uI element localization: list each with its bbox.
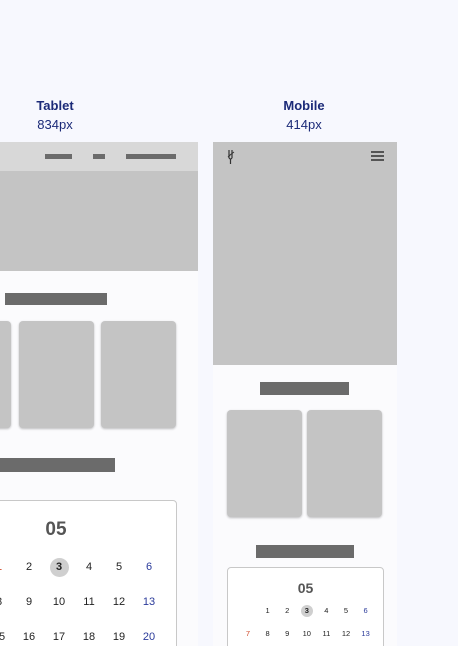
mobile-calendar-day[interactable]: 7 xyxy=(242,628,254,640)
tablet-frame: 05 1234568910111213151617181920 xyxy=(0,142,198,646)
tablet-calendar-day[interactable]: 4 xyxy=(80,558,99,577)
tablet-card[interactable] xyxy=(19,321,94,428)
tablet-section-heading-bar xyxy=(5,293,107,305)
tablet-navbar xyxy=(0,142,198,171)
mobile-calendar-day[interactable]: 6 xyxy=(360,605,372,617)
tablet-calendar-day[interactable]: 3 xyxy=(49,557,69,577)
mobile-calendar-heading-bar xyxy=(256,545,354,558)
tablet-calendar-day[interactable]: 18 xyxy=(80,628,99,646)
tablet-nav-link[interactable] xyxy=(126,154,176,159)
mobile-hero-image xyxy=(213,142,397,365)
mobile-calendar-day[interactable]: 11 xyxy=(320,628,332,640)
mobile-calendar-day[interactable]: 3 xyxy=(300,605,313,617)
mobile-frame: 05 1 2 3 4 5 6 7 8 9 10 11 12 13 xyxy=(213,142,397,646)
tablet-calendar-day[interactable]: 2 xyxy=(20,558,39,577)
tablet-heading: Tablet xyxy=(36,98,74,113)
mobile-calendar-day[interactable]: 5 xyxy=(340,605,352,617)
mobile-calendar: 05 1 2 3 4 5 6 7 8 9 10 11 12 13 xyxy=(227,567,384,646)
tablet-calendar-day[interactable]: 6 xyxy=(140,558,159,577)
tablet-calendar-day[interactable]: 16 xyxy=(20,628,39,646)
mobile-section-heading-bar xyxy=(260,382,349,395)
tablet-calendar-day[interactable]: 19 xyxy=(110,628,129,646)
tablet-calendar-day[interactable]: 9 xyxy=(20,593,39,612)
tablet-calendar-day[interactable]: 15 xyxy=(0,628,9,646)
mobile-calendar-month: 05 xyxy=(297,580,314,596)
tablet-hero-image xyxy=(0,171,198,271)
mobile-card[interactable] xyxy=(307,410,382,517)
mobile-calendar-day[interactable]: 1 xyxy=(262,605,274,617)
tuning-fork-logo-icon[interactable] xyxy=(225,149,239,165)
mobile-size-label: 414px xyxy=(286,117,322,132)
page: { "tablet": { "title": "Tablet", "size":… xyxy=(0,0,458,646)
tablet-size-label: 834px xyxy=(37,117,73,132)
mobile-calendar-day[interactable]: 9 xyxy=(281,628,293,640)
hamburger-menu-icon[interactable] xyxy=(371,151,384,163)
tablet-calendar-day[interactable]: 10 xyxy=(50,593,69,612)
mobile-card[interactable] xyxy=(227,410,302,517)
tablet-calendar: 05 1234568910111213151617181920 xyxy=(0,500,177,646)
tablet-calendar-month: 05 xyxy=(45,519,67,540)
tablet-calendar-day[interactable]: 11 xyxy=(80,593,99,612)
tablet-calendar-heading-bar xyxy=(0,458,115,472)
tablet-calendar-day[interactable]: 1 xyxy=(0,558,9,577)
tablet-card[interactable] xyxy=(101,321,176,428)
mobile-calendar-day[interactable]: 12 xyxy=(340,628,352,640)
tablet-card[interactable] xyxy=(0,321,11,428)
tablet-nav-link[interactable] xyxy=(45,154,72,159)
mobile-calendar-day[interactable]: 8 xyxy=(262,628,274,640)
tablet-calendar-day[interactable]: 13 xyxy=(140,593,159,612)
tablet-nav-link[interactable] xyxy=(93,154,105,159)
mobile-calendar-day[interactable]: 2 xyxy=(281,605,293,617)
tablet-calendar-day[interactable]: 12 xyxy=(110,593,129,612)
mobile-calendar-day[interactable]: 4 xyxy=(320,605,332,617)
mobile-calendar-day[interactable]: 10 xyxy=(301,628,313,640)
tablet-calendar-day[interactable]: 20 xyxy=(140,628,159,646)
tablet-calendar-day[interactable]: 8 xyxy=(0,593,9,612)
mobile-calendar-day[interactable]: 13 xyxy=(360,628,372,640)
tablet-calendar-day[interactable]: 17 xyxy=(50,628,69,646)
tablet-calendar-day[interactable]: 5 xyxy=(110,558,129,577)
mobile-heading: Mobile xyxy=(283,98,325,113)
